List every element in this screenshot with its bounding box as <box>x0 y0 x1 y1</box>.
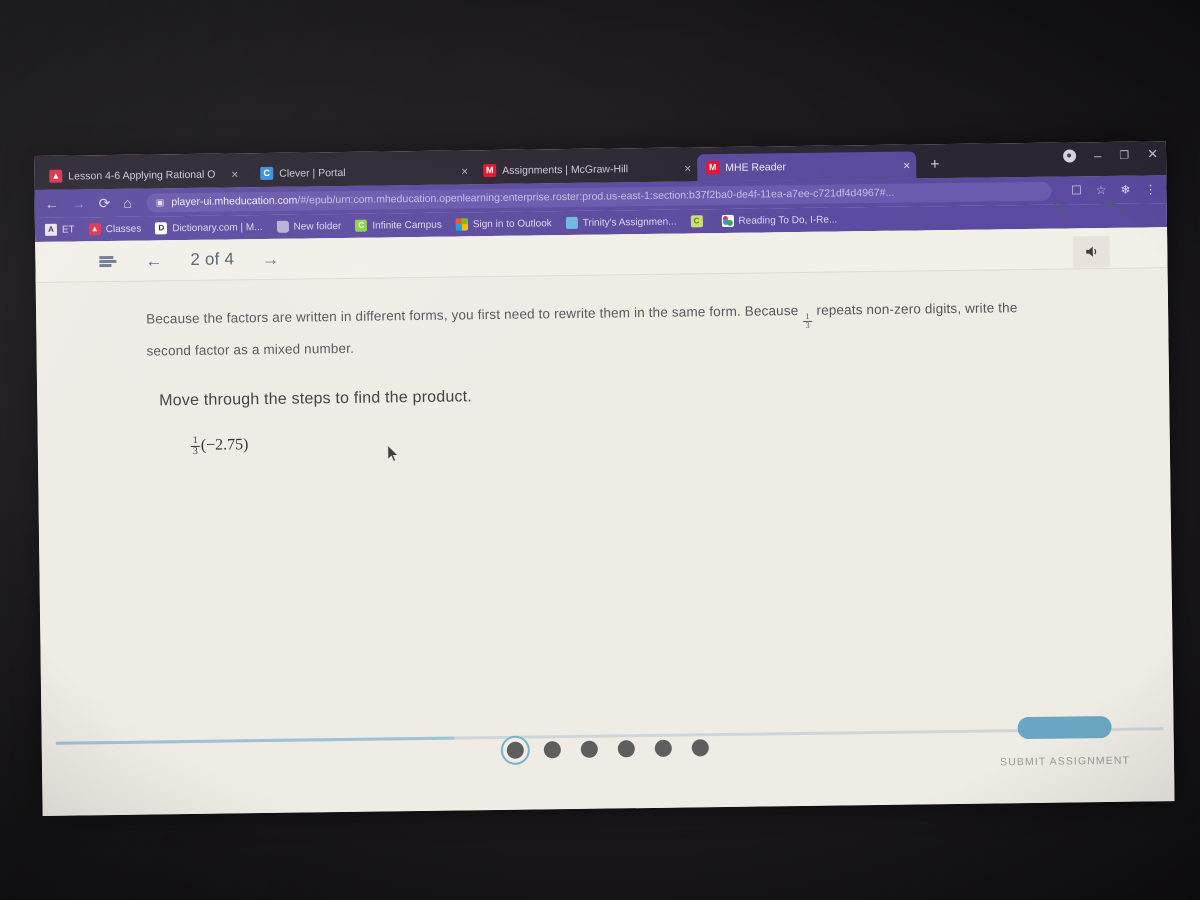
submit-assignment-button[interactable] <box>1017 715 1112 740</box>
dictionary-bookmark-icon: D <box>155 222 168 235</box>
bookmark-label: Sign in to Outlook <box>472 217 552 230</box>
close-window-icon[interactable]: ✕ <box>1147 146 1158 162</box>
clever-favicon: C <box>260 166 274 181</box>
trinity-bookmark-icon <box>565 216 578 230</box>
expression-fraction-one-third: 1 3 <box>190 434 200 457</box>
submit-assignment-label: SUBMIT ASSIGNMENT <box>999 754 1131 769</box>
bookmark-clever[interactable]: C <box>690 215 707 228</box>
next-page-icon[interactable]: → <box>262 249 279 268</box>
reader-toolbar-right <box>1053 199 1123 221</box>
bookmark-trinity[interactable]: Trinity's Assignmen... <box>565 216 677 230</box>
bookmark-label: Classes <box>105 223 142 235</box>
photo-of-screen: ▲ Lesson 4-6 Applying Rational O × C Cle… <box>0 0 1200 900</box>
cast-icon[interactable]: ☐ <box>1071 183 1082 197</box>
step-dot-3[interactable] <box>580 740 598 758</box>
fraction-numerator: 1 <box>192 434 198 446</box>
address-host: player-ui.mheducation.com <box>171 194 298 209</box>
lesson-paragraph: Because the factors are written in diffe… <box>146 296 1047 362</box>
browser-window: ▲ Lesson 4-6 Applying Rational O × C Cle… <box>34 141 1175 816</box>
reload-icon[interactable]: ⟳ <box>99 195 111 211</box>
bookmark-label: New folder <box>293 220 342 233</box>
bookmark-label: Reading To Do, I-Re... <box>738 213 838 227</box>
classes-bookmark-icon: ▲ <box>88 223 101 236</box>
inline-fraction-one-third: 1 3 <box>803 311 812 331</box>
extensions-icon[interactable]: ❄ <box>1120 183 1130 197</box>
lesson-prompt: Move through the steps to find the produ… <box>159 387 473 409</box>
profile-avatar-icon[interactable] <box>1062 148 1077 163</box>
previous-page-icon[interactable]: ← <box>145 251 162 270</box>
step-indicator <box>506 739 709 759</box>
tab-close-icon[interactable]: × <box>461 164 468 178</box>
bookmark-outlook[interactable]: Sign in to Outlook <box>455 217 552 231</box>
mcgraw-hill-favicon: M <box>706 161 720 175</box>
infinite-campus-bookmark-icon: C <box>355 219 368 232</box>
address-bar-text: player-ui.mheducation.com/#/epub/urn:com… <box>171 187 894 208</box>
fraction-denominator: 3 <box>803 320 812 331</box>
et-bookmark-icon: A <box>44 223 58 236</box>
hamburger-menu-icon[interactable] <box>99 255 117 267</box>
math-expression: 1 3 (−2.75) <box>190 424 1070 457</box>
tab-title: Assignments | McGraw-Hill <box>502 162 629 177</box>
bookmark-star-icon[interactable]: ☆ <box>1096 183 1107 197</box>
progress-fill <box>55 736 455 745</box>
lesson-paragraph-text-1: Because the factors are written in diffe… <box>146 303 799 327</box>
new-tab-button[interactable]: + <box>930 156 940 173</box>
fraction-denominator: 3 <box>190 445 200 457</box>
address-path: /#/epub/urn:com.mheducation.openlearning… <box>297 186 895 207</box>
tab-title: Lesson 4-6 Applying Rational O <box>68 168 216 183</box>
tab-close-icon[interactable]: × <box>684 161 691 175</box>
maximize-icon[interactable]: ❐ <box>1119 148 1129 161</box>
tab-title: Clever | Portal <box>279 166 346 180</box>
bookmark-label: Infinite Campus <box>372 219 442 232</box>
back-icon[interactable]: ← <box>45 196 59 212</box>
page-viewport: ← 2 of 4 → Because the factors are writt… <box>35 199 1175 816</box>
bookmark-et[interactable]: A ET <box>44 223 75 236</box>
step-dot-4[interactable] <box>617 740 635 758</box>
page-indicator: 2 of 4 <box>190 249 235 269</box>
lesson-content: Because the factors are written in diffe… <box>36 268 1170 459</box>
lesson-paragraph-text-2: repeats non-zero digits, <box>816 300 962 318</box>
lesson-favicon: ▲ <box>49 169 63 183</box>
home-icon[interactable]: ⌂ <box>123 195 132 211</box>
reading-bookmark-icon <box>721 214 734 228</box>
step-dot-6[interactable] <box>691 739 709 757</box>
tab-close-icon[interactable]: × <box>903 158 910 172</box>
expression-rest: (−2.75) <box>200 436 249 455</box>
undo-icon[interactable] <box>1103 199 1123 220</box>
bookmark-classes[interactable]: ▲ Classes <box>88 223 142 236</box>
tab-close-icon[interactable]: × <box>231 167 238 181</box>
step-dot-1[interactable] <box>506 741 524 759</box>
bookmark-label: ET <box>61 223 75 236</box>
bookmark-reading-to-do[interactable]: Reading To Do, I-Re... <box>721 213 838 228</box>
bookmark-label: Dictionary.com | M... <box>172 221 263 234</box>
fraction-numerator: 1 <box>805 311 810 321</box>
browser-tab-mhe-reader[interactable]: M MHE Reader × <box>697 151 917 182</box>
page-info-icon[interactable]: ▣ <box>156 197 165 208</box>
folder-bookmark-icon <box>276 220 289 233</box>
outlook-bookmark-icon <box>455 218 468 231</box>
browser-tab-lesson[interactable]: ▲ Lesson 4-6 Applying Rational O × <box>40 160 251 190</box>
step-dot-5[interactable] <box>654 739 672 757</box>
window-controls: – ❐ ✕ <box>1062 146 1158 163</box>
bookmark-new-folder[interactable]: New folder <box>276 220 341 233</box>
audio-play-button[interactable] <box>1073 235 1110 267</box>
forward-icon[interactable]: → <box>72 195 86 211</box>
bookmark-dictionary[interactable]: D Dictionary.com | M... <box>155 221 263 235</box>
tab-title: MHE Reader <box>725 160 786 174</box>
toolbar-right-actions: ☐ ☆ ❄ ⋮ <box>1071 182 1157 197</box>
clever-bookmark-icon: C <box>690 215 703 228</box>
mcgraw-hill-favicon: M <box>483 163 497 178</box>
minimize-icon[interactable]: – <box>1094 148 1101 163</box>
browser-tab-assignments[interactable]: M Assignments | McGraw-Hill × <box>474 154 697 184</box>
search-icon[interactable] <box>1053 200 1069 220</box>
lesson-bottom-bar: SUBMIT ASSIGNMENT <box>41 705 1174 816</box>
bookmark-infinite-campus[interactable]: C Infinite Campus <box>355 219 442 232</box>
mouse-cursor <box>387 445 399 462</box>
browser-tab-clever[interactable]: C Clever | Portal × <box>251 157 474 187</box>
step-dot-2[interactable] <box>543 741 561 759</box>
submit-assignment-area: SUBMIT ASSIGNMENT <box>999 715 1131 769</box>
chrome-menu-icon[interactable]: ⋮ <box>1144 182 1156 196</box>
bookmark-label: Trinity's Assignmen... <box>582 216 677 229</box>
